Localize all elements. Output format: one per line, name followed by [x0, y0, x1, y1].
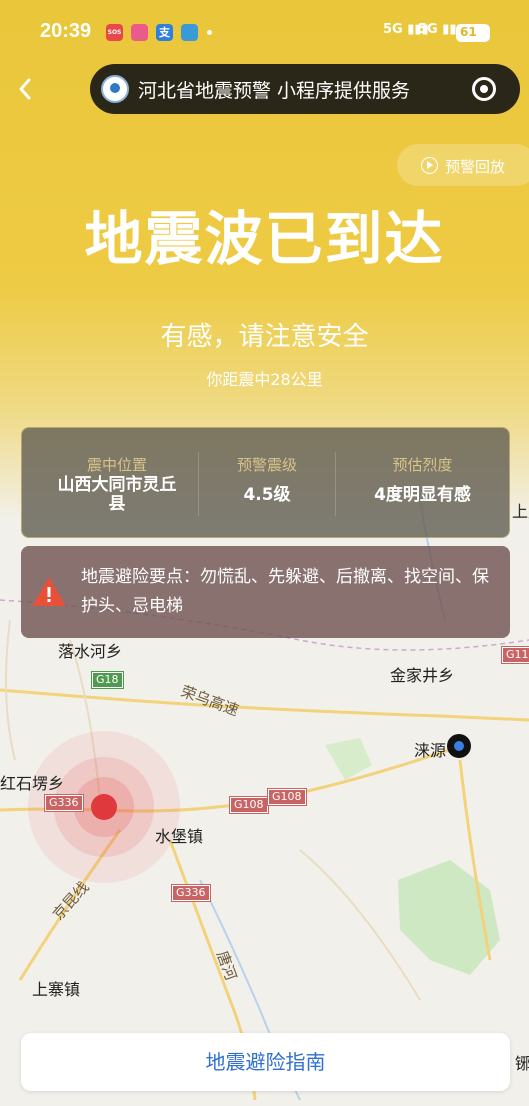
info-label: 震中位置	[86, 456, 147, 474]
mini-program-capsule[interactable]: 河北省地震预警 小程序提供服务	[90, 64, 520, 114]
earthquake-guide-button[interactable]: 地震避险指南	[21, 1033, 510, 1091]
app-icon	[181, 24, 198, 41]
safety-tip-text: 地震避险要点：勿慌乱、先躲避、后撤离、找空间、保护头、忌电梯	[81, 567, 489, 616]
epicenter-info: 震中位置 山西大同市灵丘县	[32, 428, 202, 539]
epicenter-marker	[91, 794, 117, 820]
quake-info-card: 震中位置 山西大同市灵丘县 预警震级 4.5级 预估烈度 4度明显有感	[21, 427, 510, 538]
highway-shield: G18	[91, 671, 124, 689]
status-bar: 20:39 SOS 支 5G ▮▮▮ 5G ▮▮▮ 61	[0, 0, 529, 66]
app-icon	[131, 24, 148, 41]
place-label: 落水河乡	[58, 642, 123, 661]
alipay-icon: 支	[156, 24, 173, 41]
sos-app-icon: SOS	[106, 24, 123, 41]
status-time: 20:39	[40, 20, 92, 42]
replay-button[interactable]: 预警回放	[397, 144, 529, 186]
place-label: 红石塄乡	[0, 774, 65, 793]
place-label: 水堡镇	[155, 827, 204, 846]
info-label: 预警震级	[236, 456, 297, 474]
place-label: 金家井乡	[390, 666, 455, 685]
place-label: 涞源	[414, 741, 447, 760]
close-target-icon[interactable]	[472, 77, 496, 101]
highway-shield: G112	[501, 646, 529, 664]
magnitude-info: 预警震级 4.5级	[198, 428, 336, 539]
highway-shield: G336	[171, 884, 211, 902]
info-value: 山西大同市灵丘县	[57, 475, 177, 514]
provider-logo-icon	[101, 75, 129, 103]
battery-icon: 61	[456, 24, 490, 42]
highway-shield: G336	[44, 794, 84, 812]
alert-headline: 地震波已到达	[84, 205, 445, 273]
info-value: 4.5级	[243, 485, 291, 505]
notification-dot	[207, 30, 212, 35]
safety-tip-card: 地震避险要点：勿慌乱、先躲避、后撤离、找空间、保护头、忌电梯	[21, 546, 510, 638]
alert-subtitle: 有感，请注意安全	[160, 322, 369, 352]
info-value: 4度明显有感	[374, 485, 471, 505]
intensity-info: 预估烈度 4度明显有感	[335, 428, 510, 539]
warning-icon	[33, 578, 65, 606]
play-icon	[421, 157, 438, 174]
back-button[interactable]	[12, 74, 42, 104]
chevron-left-icon	[19, 78, 31, 100]
capsule-title: 河北省地震预警 小程序提供服务	[138, 80, 411, 102]
highway-shield: G108	[267, 788, 307, 806]
highway-shield: G108	[229, 796, 269, 814]
replay-label: 预警回放	[445, 158, 506, 176]
info-label: 预估烈度	[392, 456, 453, 474]
distance-text: 你距震中28公里	[206, 370, 323, 389]
place-label: 铘	[515, 1054, 529, 1073]
place-label: 上寨镇	[32, 980, 81, 999]
